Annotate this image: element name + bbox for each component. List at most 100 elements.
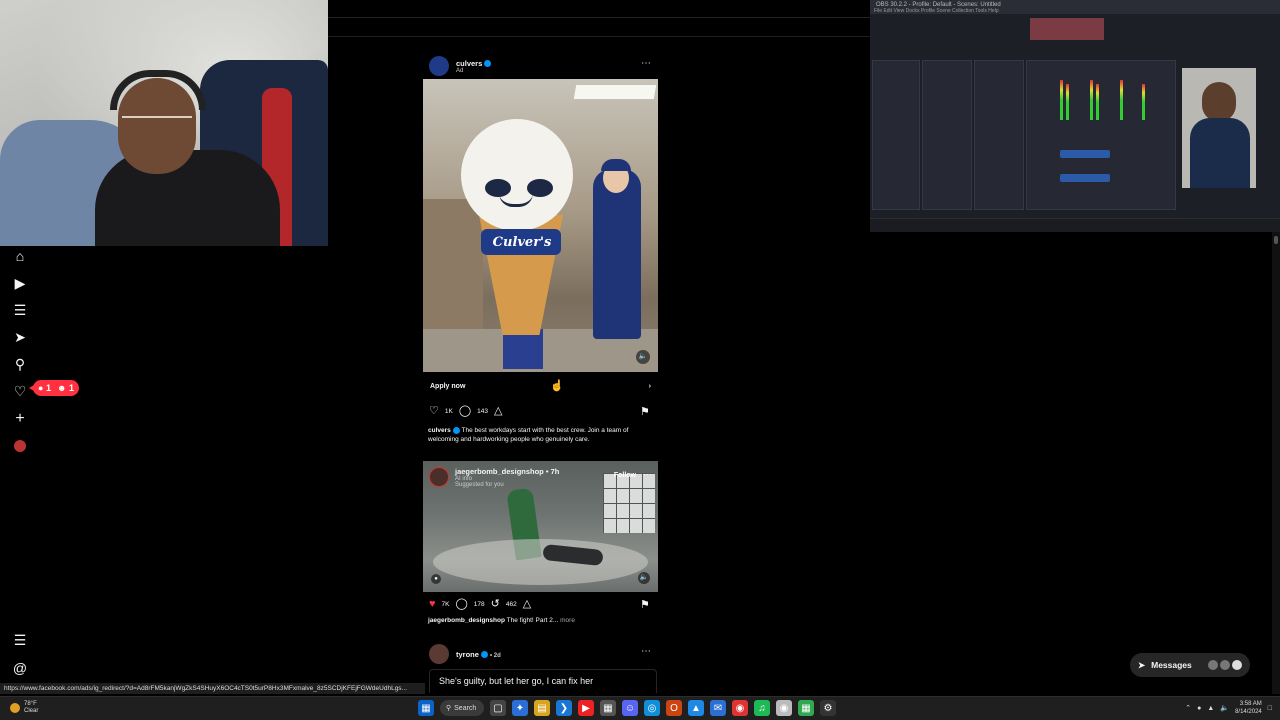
webcam-overlay (0, 0, 328, 246)
menu-icon[interactable]: ☰ (12, 632, 28, 648)
wifi-icon[interactable]: ▲ (1207, 705, 1214, 712)
post-media-video[interactable]: jaegerbomb_designshop • 7h AI info Sugge… (423, 461, 658, 592)
obs-audio-mixer (1026, 60, 1176, 210)
windows-taskbar: 78°F Clear ▦ ⚲ Search ▢ ✦ ▤ ❯ ▶ ▦ ☺ ◎ O ▲… (0, 696, 1280, 720)
messages-button[interactable]: ➤ Messages (1130, 653, 1250, 677)
liked-heart-icon[interactable]: ♥ (429, 599, 436, 610)
more-options-icon[interactable]: ⋯ (641, 58, 652, 69)
home-icon[interactable]: ⌂ (12, 248, 28, 264)
spotify-icon[interactable]: ♫ (754, 700, 770, 716)
edge-icon[interactable]: ◎ (644, 700, 660, 716)
tagged-people-icon[interactable]: ● (431, 574, 441, 584)
create-plus-icon[interactable]: + (12, 411, 28, 427)
repost-count: 462 (505, 601, 517, 608)
like-count: 1K (444, 408, 453, 415)
caption-more-link[interactable]: more (560, 617, 575, 624)
comment-notif-count: ● 1 (38, 383, 51, 393)
caption-username[interactable]: jaegerbomb_designshop (428, 617, 505, 624)
suggested-label: Suggested for you (455, 482, 504, 488)
mascot-logo-text: Culver's (492, 235, 552, 250)
bookmark-icon[interactable]: ⚑ (640, 598, 650, 611)
more-options-icon[interactable]: ⋯ (641, 646, 652, 657)
page-scrollbar[interactable] (1272, 232, 1280, 694)
discord-icon[interactable]: ☺ (622, 700, 638, 716)
streamlabs-icon[interactable]: ▦ (798, 700, 814, 716)
avatar[interactable] (429, 467, 449, 487)
file-explorer-icon[interactable]: ▤ (534, 700, 550, 716)
tray-chevron-icon[interactable]: ⌃ (1185, 704, 1191, 712)
post-username[interactable]: jaegerbomb_designshop • 7h (455, 467, 559, 476)
obs-stream-thumb (1030, 18, 1104, 40)
settings-gear-icon[interactable]: ⚙ (820, 700, 836, 716)
mail-icon[interactable]: ✉ (710, 700, 726, 716)
post-media-video[interactable]: Culver's 🔈 (423, 79, 658, 372)
comment-icon[interactable]: ◯ (459, 406, 471, 417)
verified-icon (480, 651, 488, 659)
follow-button[interactable]: Follow (614, 472, 636, 479)
post-actions: ♡ 1K ◯ 143 △ (429, 406, 502, 417)
app-store-icon[interactable]: ▲ (688, 700, 704, 716)
caption-username[interactable]: culvers (428, 427, 451, 434)
search-icon[interactable]: ⚲ (12, 356, 28, 372)
share-icon[interactable]: △ (523, 599, 531, 610)
weather-widget[interactable]: 78°F Clear (10, 701, 38, 715)
comment-count: 178 (473, 601, 485, 608)
chrome-icon[interactable]: ◉ (732, 700, 748, 716)
taskbar-clock[interactable]: 3:58 AM 8/14/2024 (1235, 700, 1262, 716)
copilot-icon[interactable]: ✦ (512, 700, 528, 716)
bookmark-icon[interactable]: ⚑ (640, 405, 650, 418)
top-divider (328, 36, 870, 37)
obs-scenes-pane (922, 60, 972, 210)
follow-notif-count: ☻ 1 (56, 383, 74, 393)
more-options-icon[interactable]: ⋯ (643, 469, 652, 480)
obs-icon[interactable]: ◉ (776, 700, 792, 716)
feed-filter-icon[interactable]: ☰ (12, 302, 28, 318)
obs-audio-meter (1090, 80, 1093, 120)
repost-icon[interactable]: ↺ (491, 599, 500, 610)
windows-start-icon[interactable]: ▦ (418, 700, 434, 716)
post-caption: culvers The best workdays start with the… (428, 426, 658, 444)
threads-icon[interactable]: @ (12, 660, 28, 676)
share-icon[interactable]: △ (494, 406, 502, 417)
comment-icon[interactable]: ◯ (455, 599, 467, 610)
direct-messages-icon[interactable]: ➤ (12, 329, 28, 345)
search-icon: ⚲ (446, 705, 452, 712)
post-username[interactable]: culvers (456, 59, 492, 68)
obs-audio-meter (1066, 84, 1069, 120)
taskbar-search[interactable]: ⚲ Search (440, 700, 484, 716)
mute-icon[interactable]: 🔈 (636, 350, 650, 364)
avatar[interactable] (429, 56, 449, 76)
text-post-content: She's guilty, but let her go, I can fix … (429, 669, 657, 693)
link-status-url: https://www.facebook.com/ads/ig_redirect… (0, 683, 425, 694)
opera-icon[interactable]: O (666, 700, 682, 716)
avatar[interactable] (429, 644, 449, 664)
caption-text: The fight! Part 2... (506, 617, 559, 624)
volume-icon[interactable]: 🔈 (1220, 704, 1229, 712)
webcam-glasses (122, 116, 192, 130)
mic-icon[interactable]: ● (1197, 705, 1201, 712)
task-view-icon[interactable]: ▢ (490, 700, 506, 716)
youtube-icon[interactable]: ▶ (578, 700, 594, 716)
obs-stop-streaming-button (1060, 150, 1110, 158)
hand-cursor-icon: ☝ (550, 380, 564, 392)
messages-icon: ➤ (1138, 659, 1146, 670)
obs-taskbar (870, 218, 1280, 232)
like-heart-icon[interactable]: ♡ (429, 406, 439, 417)
mute-icon[interactable]: 🔈 (638, 572, 650, 584)
reels-icon[interactable]: ▶ (12, 275, 28, 291)
obs-sources-pane (974, 60, 1024, 210)
like-count: 7K (441, 601, 450, 608)
heart-icon[interactable]: ♡ (12, 383, 28, 399)
sun-icon (10, 703, 20, 713)
webcam-person-body (95, 150, 280, 246)
obs-preview (1182, 68, 1256, 188)
verified-icon (452, 426, 460, 434)
profile-avatar[interactable] (12, 439, 28, 455)
apply-now-link[interactable]: Apply now › (423, 374, 658, 398)
vscode-icon[interactable]: ❯ (556, 700, 572, 716)
post-header: culvers Ad (429, 56, 492, 76)
post-username[interactable]: tyrone • 2d (456, 650, 501, 659)
notifications-icon[interactable]: □ (1268, 705, 1272, 712)
notification-badge[interactable]: ● 1 ☻ 1 (29, 380, 79, 396)
calendar-icon[interactable]: ▦ (600, 700, 616, 716)
